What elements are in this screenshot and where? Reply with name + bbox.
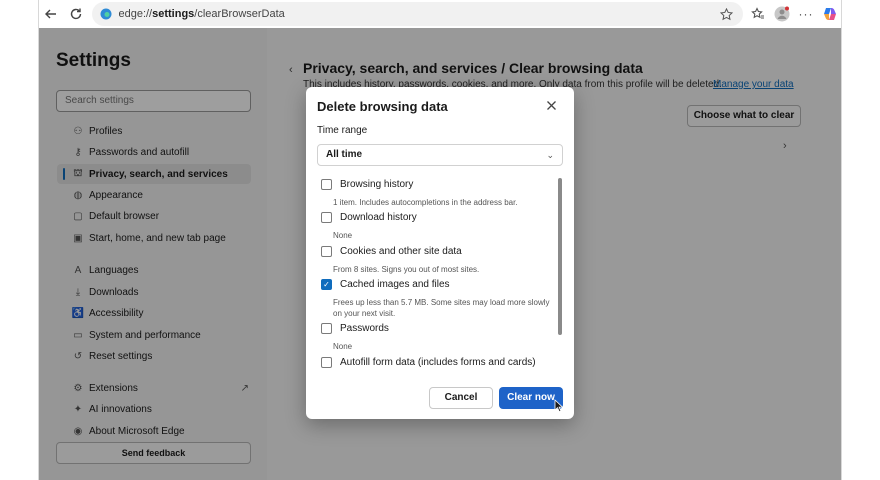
option-description: None: [333, 231, 353, 240]
url-scheme: edge://: [118, 8, 153, 20]
option-label: Cookies and other site data: [340, 246, 462, 257]
ellipsis-icon: ···: [798, 7, 814, 21]
edge-page-icon: [100, 8, 112, 20]
option-description: None: [333, 342, 353, 351]
option-label: Browsing history: [340, 179, 414, 190]
more-button[interactable]: ···: [795, 3, 817, 25]
download-history-checkbox[interactable]: [321, 212, 332, 223]
back-button[interactable]: [41, 3, 62, 25]
refresh-button[interactable]: [66, 3, 87, 25]
time-range-value: All time: [326, 149, 363, 160]
option-label: Download history: [340, 212, 417, 223]
copilot-icon: [824, 8, 837, 20]
mouse-cursor-icon: [554, 399, 564, 413]
profile-button[interactable]: [771, 3, 793, 25]
favorites-button[interactable]: [747, 3, 769, 25]
star-icon: [719, 7, 733, 20]
option-label: Cached images and files: [340, 279, 450, 290]
copilot-button[interactable]: [819, 3, 841, 25]
option-label: Passwords: [340, 323, 389, 334]
option-description: From 8 sites. Signs you out of most site…: [333, 265, 480, 274]
autofill-checkbox[interactable]: [321, 357, 332, 368]
options-list: Browsing history 1 item. Includes autoco…: [317, 175, 553, 375]
favorites-icon: [751, 7, 765, 19]
url-path: /clearBrowserData: [194, 8, 285, 20]
toolbar-right: ···: [747, 3, 841, 25]
passwords-checkbox[interactable]: [321, 323, 332, 334]
options-scrollbar[interactable]: [558, 178, 562, 335]
option-description: Frees up less than 5.7 MB. Some sites ma…: [333, 298, 550, 318]
delete-browsing-data-dialog: Delete browsing data Time range All time…: [306, 87, 574, 419]
option-label: Autofill form data (includes forms and c…: [340, 357, 536, 368]
cookies-checkbox[interactable]: [321, 246, 332, 257]
arrow-left-icon: [45, 9, 57, 19]
address-bar[interactable]: edge://settings/clearBrowserData: [92, 2, 744, 26]
favorite-star-button[interactable]: [717, 5, 735, 23]
chevron-down-icon: ⌄: [546, 150, 554, 160]
time-range-label: Time range: [317, 125, 368, 136]
cached-images-checkbox[interactable]: ✓: [321, 279, 332, 290]
refresh-icon: [70, 8, 82, 20]
checkmark-icon: ✓: [323, 280, 330, 289]
browsing-history-checkbox[interactable]: [321, 179, 332, 190]
close-icon: [547, 101, 556, 110]
dialog-title: Delete browsing data: [317, 99, 448, 114]
time-range-select[interactable]: All time ⌄: [317, 144, 563, 166]
close-button[interactable]: [546, 99, 557, 114]
url-text: edge://settings/clearBrowserData: [118, 8, 284, 20]
option-description: 1 item. Includes autocompletions in the …: [333, 198, 518, 207]
url-host: settings: [152, 8, 195, 20]
avatar-icon: [774, 6, 790, 22]
browser-toolbar: edge://settings/clearBrowserData ···: [39, 0, 841, 28]
cancel-button[interactable]: Cancel: [429, 387, 493, 409]
